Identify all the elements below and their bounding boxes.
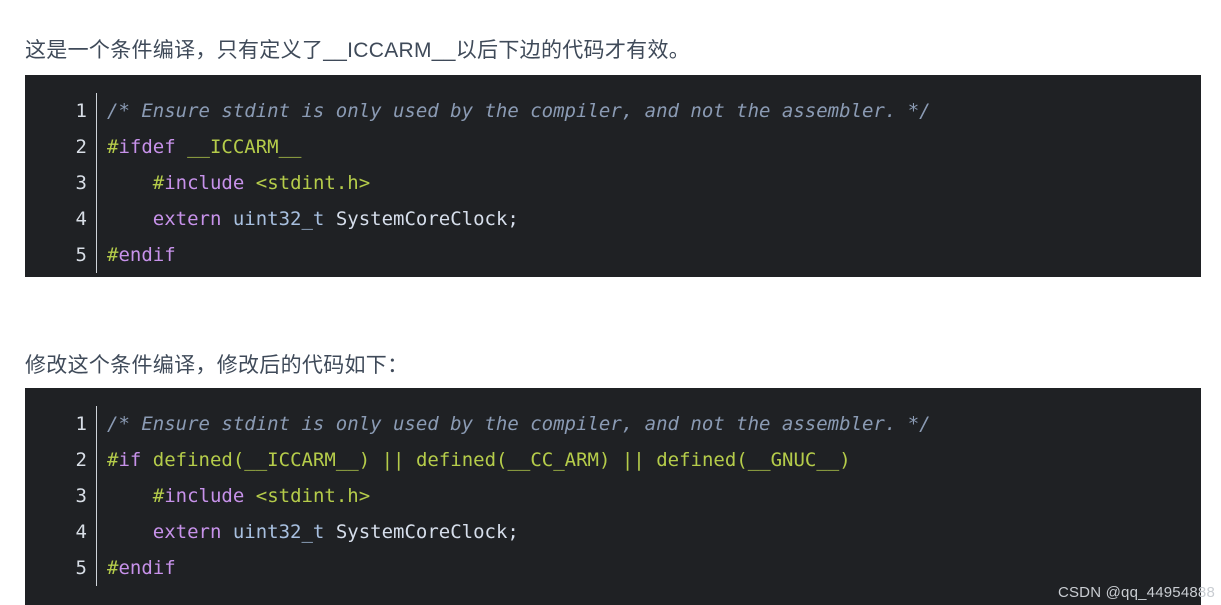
code-token: extern — [152, 521, 222, 543]
code-line: 1 /* Ensure stdint is only used by the co… — [25, 93, 1201, 129]
code-token: include — [164, 485, 245, 507]
code-line-number: 3 — [75, 485, 87, 507]
code-token: SystemCoreClock — [335, 208, 508, 230]
code-token: extern — [152, 208, 222, 230]
code-line: 1 /* Ensure stdint is only used by the co… — [25, 406, 1201, 442]
code-line-text[interactable]: #endif — [107, 550, 1201, 586]
code-token: # — [107, 449, 119, 471]
paragraph-modified: 修改这个条件编译，修改后的代码如下： — [25, 354, 409, 377]
code-line: 3 #include <stdint.h> — [25, 478, 1201, 514]
code-token: uint32_t — [232, 521, 325, 543]
gutter-divider — [87, 514, 107, 550]
code-line-text[interactable]: extern uint32_t SystemCoreClock; — [107, 514, 1201, 550]
code-line: 5 #endif — [25, 237, 1201, 273]
code-token: uint32_t — [232, 208, 325, 230]
code-line: 3 #include <stdint.h> — [25, 165, 1201, 201]
code-token: defined(__CC_ARM) — [415, 449, 611, 471]
code-line: 2 #if defined(__ICCARM__) || defined(__CC… — [25, 442, 1201, 478]
code-line-number: 5 — [75, 244, 87, 266]
code-line-number: 4 — [75, 208, 87, 230]
code-line-number: 2 — [75, 136, 87, 158]
gutter-divider — [87, 165, 107, 201]
code-line-number: 3 — [75, 172, 87, 194]
code-line: 4 extern uint32_t SystemCoreClock; — [25, 514, 1201, 550]
code-token: defined(__ICCARM__) — [152, 449, 371, 471]
code-line-text[interactable]: extern uint32_t SystemCoreClock; — [107, 201, 1201, 237]
code-line-text[interactable]: #include <stdint.h> — [107, 165, 1201, 201]
gutter-divider — [87, 406, 107, 442]
code-line-text[interactable]: #include <stdint.h> — [107, 478, 1201, 514]
code-line-text[interactable]: #ifdef __ICCARM__ — [107, 129, 1201, 165]
code-token: if — [118, 449, 142, 471]
code-token: <stdint.h> — [255, 485, 371, 507]
code-token: # — [152, 485, 165, 507]
code-block-original[interactable]: 1 /* Ensure stdint is only used by the co… — [25, 75, 1201, 277]
code-line-text[interactable]: /* Ensure stdint is only used by the com… — [107, 93, 1201, 129]
gutter-divider — [87, 237, 107, 273]
code-block-modified-body: 1 /* Ensure stdint is only used by the co… — [25, 388, 1201, 586]
code-token: # — [107, 244, 119, 266]
code-token: include — [164, 172, 245, 194]
code-token: # — [107, 136, 119, 158]
gutter-divider — [87, 550, 107, 586]
gutter-divider — [87, 93, 107, 129]
code-block-modified[interactable]: 1 /* Ensure stdint is only used by the co… — [25, 388, 1201, 605]
code-token: SystemCoreClock — [335, 521, 508, 543]
code-line-number: 1 — [75, 100, 87, 122]
code-token: ; — [507, 521, 519, 543]
code-line-number: 4 — [75, 521, 87, 543]
code-line-text[interactable]: #endif — [107, 237, 1201, 273]
code-line: 4 extern uint32_t SystemCoreClock; — [25, 201, 1201, 237]
code-line: 2 #ifdef __ICCARM__ — [25, 129, 1201, 165]
code-token: endif — [118, 244, 176, 266]
article-page: 这是一个条件编译，只有定义了__ICCARM__以后下边的代码才有效。 1 /* … — [0, 0, 1221, 605]
code-line-number: 5 — [75, 557, 87, 579]
code-line-text[interactable]: /* Ensure stdint is only used by the com… — [107, 406, 1201, 442]
code-token: endif — [118, 557, 176, 579]
code-line-number: 2 — [75, 449, 87, 471]
code-token: /* Ensure stdint is only used by the com… — [107, 100, 931, 122]
paragraph-intro: 这是一个条件编译，只有定义了__ICCARM__以后下边的代码才有效。 — [25, 39, 691, 62]
code-token: /* Ensure stdint is only used by the com… — [107, 413, 931, 435]
code-token: <stdint.h> — [255, 172, 371, 194]
code-token: __ICCARM__ — [187, 136, 302, 158]
code-block-original-body: 1 /* Ensure stdint is only used by the co… — [25, 75, 1201, 273]
code-token: # — [107, 557, 119, 579]
code-token: ; — [507, 208, 519, 230]
code-line: 5 #endif — [25, 550, 1201, 586]
code-token: || — [381, 449, 405, 471]
gutter-divider — [87, 442, 107, 478]
code-line-number: 1 — [75, 413, 87, 435]
code-token: # — [152, 172, 165, 194]
gutter-divider — [87, 478, 107, 514]
code-line-text[interactable]: #if defined(__ICCARM__) || defined(__CC_… — [107, 442, 1201, 478]
code-token: || — [621, 449, 645, 471]
gutter-divider — [87, 201, 107, 237]
code-token: ifdef — [118, 136, 176, 158]
gutter-divider — [87, 129, 107, 165]
code-token: defined(__GNUC__) — [656, 449, 851, 471]
csdn-watermark: CSDN @qq_44954888 — [1057, 584, 1215, 601]
